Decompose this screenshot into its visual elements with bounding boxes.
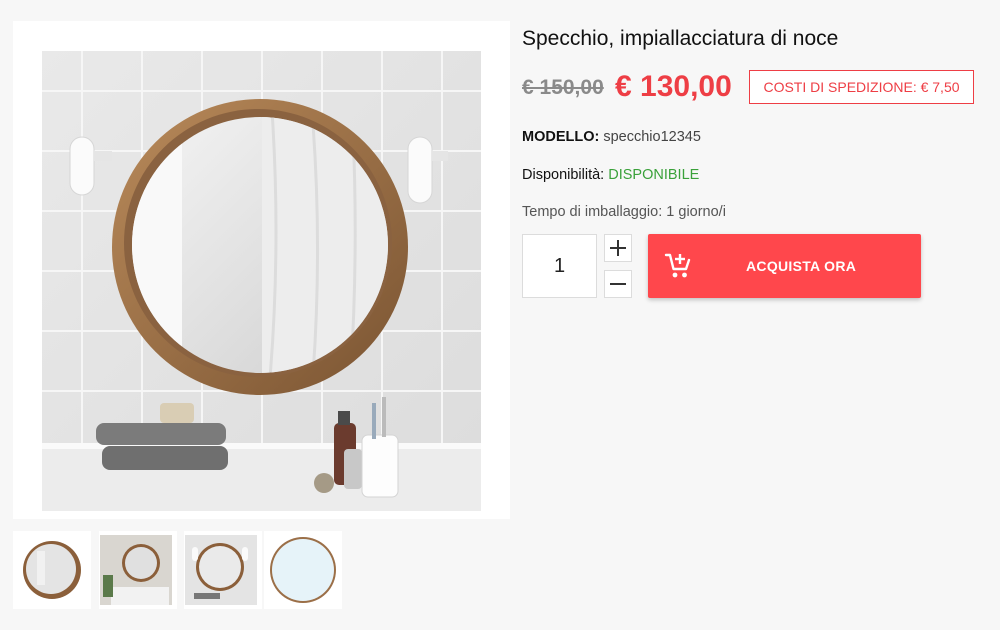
minus-icon [610,283,626,285]
buy-now-button[interactable]: ACQUISTA ORA [648,234,921,298]
main-product-image[interactable] [13,21,510,519]
quantity-input[interactable] [522,234,597,298]
current-price: € 130,00 [615,70,732,103]
product-title: Specchio, impiallacciatura di noce [522,27,839,50]
packaging-label: Tempo di imballaggio: [522,204,663,220]
product-page: Specchio, impiallacciatura di noce € 150… [0,0,1000,630]
add-to-cart-icon [664,253,691,278]
thumbnail-1[interactable] [13,531,91,609]
model-row: MODELLO: specchio12345 [522,129,701,145]
model-label: MODELLO: [522,129,600,145]
old-price: € 150,00 [522,76,604,99]
quantity-decrease-button[interactable] [604,270,632,298]
mirror-photo [42,51,481,511]
model-value: specchio12345 [603,129,701,145]
packaging-time-row: Tempo di imballaggio: 1 giorno/i [522,204,726,220]
thumbnail-3[interactable] [184,531,262,609]
availability-row: Disponibilità: DISPONIBILE [522,167,699,183]
availability-label: Disponibilità: [522,167,605,183]
packaging-value: 1 giorno/i [666,204,726,220]
plus-icon [610,240,626,256]
thumbnail-2[interactable] [99,531,177,609]
quantity-increase-button[interactable] [604,234,632,262]
buy-now-label: ACQUISTA ORA [746,258,857,274]
thumbnail-4[interactable] [264,531,342,609]
availability-status: DISPONIBILE [608,167,700,183]
shipping-cost-badge: COSTI DI SPEDIZIONE: € 7,50 [749,70,974,104]
